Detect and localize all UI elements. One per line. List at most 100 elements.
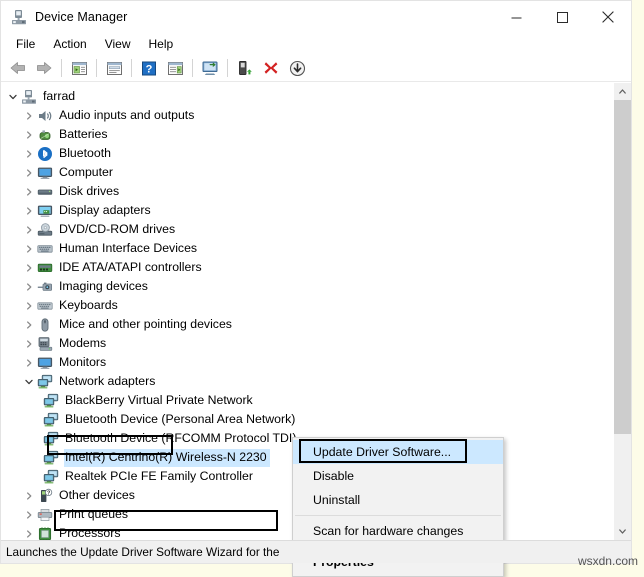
menu-file[interactable]: File [7,34,44,54]
chevron-down-icon[interactable] [5,87,21,106]
context-menu-item-disable[interactable]: Disable [293,464,503,488]
tree-row-imaging-devices[interactable]: Imaging devices [1,277,613,296]
scrollbar-up-button[interactable] [614,83,631,100]
chevron-right-icon[interactable] [21,125,37,144]
tree-row-audio-inputs-and-outputs[interactable]: Audio inputs and outputs [1,106,613,125]
menu-help[interactable]: Help [140,34,183,54]
tree-row-batteries[interactable]: Batteries [1,125,613,144]
tree-row-display-adapters[interactable]: Display adapters [1,201,613,220]
status-text: Launches the Update Driver Software Wiza… [6,545,279,559]
toolbar-separator [192,59,193,77]
keyboard-icon [37,298,53,314]
unknown-device-icon: ? [37,488,53,504]
tree-row-computer[interactable]: Computer [1,163,613,182]
menu-bar: File Action View Help [1,33,631,55]
forward-button[interactable] [32,57,56,79]
tree-row-label: Modems [58,335,109,353]
tree-row-human-interface-devices[interactable]: Human Interface Devices [1,239,613,258]
scrollbar-track[interactable] [614,100,631,523]
back-icon [9,60,27,76]
chevron-right-icon[interactable] [21,239,37,258]
chevron-right-icon[interactable] [21,220,37,239]
scrollbar-down-button[interactable] [614,523,631,540]
tree-row-label: Processors [58,525,124,541]
tree-row-keyboards[interactable]: Keyboards [1,296,613,315]
disk-drive-icon [37,184,53,200]
tree-row-network-adapters[interactable]: Network adapters [1,372,613,391]
tree-row-label: Audio inputs and outputs [58,107,197,125]
update-driver-software-icon [236,60,254,76]
scrollbar-thumb[interactable] [614,100,631,434]
help-icon: ? [141,61,157,76]
watermark: wsxdn.com [578,554,638,568]
chevron-right-icon[interactable] [21,505,37,524]
scan-for-hardware-changes-button[interactable] [198,57,222,79]
chevron-right-icon[interactable] [21,163,37,182]
chevron-right-icon[interactable] [21,144,37,163]
chevron-right-icon[interactable] [21,524,37,540]
tree-row-blackberry-virtual-private-network[interactable]: BlackBerry Virtual Private Network [1,391,613,410]
maximize-button[interactable] [539,1,585,33]
toolbar-separator [61,59,62,77]
tree-row-label: Realtek PCIe FE Family Controller [64,468,256,486]
disable-device-button[interactable] [285,57,309,79]
chevron-right-icon[interactable] [21,258,37,277]
menu-view[interactable]: View [96,34,140,54]
chevron-right-icon[interactable] [21,182,37,201]
close-button[interactable] [585,1,631,33]
menu-action[interactable]: Action [44,34,95,54]
vertical-scrollbar[interactable] [613,83,631,540]
chevron-right-icon[interactable] [21,334,37,353]
show-details-button[interactable] [163,57,187,79]
chevron-right-icon[interactable] [21,315,37,334]
tree-row-modems[interactable]: Modems [1,334,613,353]
minimize-button[interactable] [493,1,539,33]
tree-row-label: IDE ATA/ATAPI controllers [58,259,205,277]
tree-row-label: Bluetooth [58,145,114,163]
help-button[interactable]: ? [137,57,161,79]
svg-text:?: ? [47,490,50,496]
scan-for-hardware-changes-icon [201,60,220,76]
dvd-drive-icon [37,222,53,238]
show-hide-console-tree-button[interactable] [67,57,91,79]
tree-row-bluetooth[interactable]: Bluetooth [1,144,613,163]
network-adapter-icon [43,431,59,447]
tree-row-mice-and-other-pointing-devices[interactable]: Mice and other pointing devices [1,315,613,334]
maximize-icon [557,12,568,23]
chevron-right-icon[interactable] [21,106,37,125]
tree-row-label: Keyboards [58,297,121,315]
status-bar: Launches the Update Driver Software Wiza… [1,540,631,563]
tree-row-label: Intel(R) Centrino(R) Wireless-N 2230 [64,449,270,467]
network-adapter-icon [43,450,59,466]
context-menu-item-uninstall[interactable]: Uninstall [293,488,503,512]
update-driver-software-button[interactable] [233,57,257,79]
chevron-right-icon[interactable] [21,486,37,505]
show-details-icon [167,61,184,76]
toolbar-separator [96,59,97,77]
tree-row-dvd-cd-rom-drives[interactable]: DVD/CD-ROM drives [1,220,613,239]
tree-row-label: DVD/CD-ROM drives [58,221,178,239]
chevron-down-icon [618,527,627,536]
chevron-down-icon[interactable] [21,372,37,391]
tree-row-root[interactable]: farrad [1,87,613,106]
uninstall-device-button[interactable] [259,57,283,79]
show-hide-console-tree-icon [71,61,88,76]
chevron-right-icon[interactable] [21,201,37,220]
tree-row-ide-ata-atapi-controllers[interactable]: IDE ATA/ATAPI controllers [1,258,613,277]
back-button[interactable] [6,57,30,79]
chevron-right-icon[interactable] [21,353,37,372]
speaker-icon [37,108,53,124]
monitor-icon [37,355,53,371]
chevron-right-icon[interactable] [21,277,37,296]
tree-row-label: Monitors [58,354,109,372]
device-manager-icon [11,9,27,25]
tree-row-bluetooth-device-personal-area-network[interactable]: Bluetooth Device (Personal Area Network) [1,410,613,429]
tree-row-label: Bluetooth Device (Personal Area Network) [64,411,298,429]
tree-row-monitors[interactable]: Monitors [1,353,613,372]
chevron-right-icon[interactable] [21,296,37,315]
monitor-icon [37,165,53,181]
properties-button[interactable] [102,57,126,79]
tree-row-disk-drives[interactable]: Disk drives [1,182,613,201]
properties-icon [106,61,123,76]
title-bar: Device Manager [1,1,631,33]
